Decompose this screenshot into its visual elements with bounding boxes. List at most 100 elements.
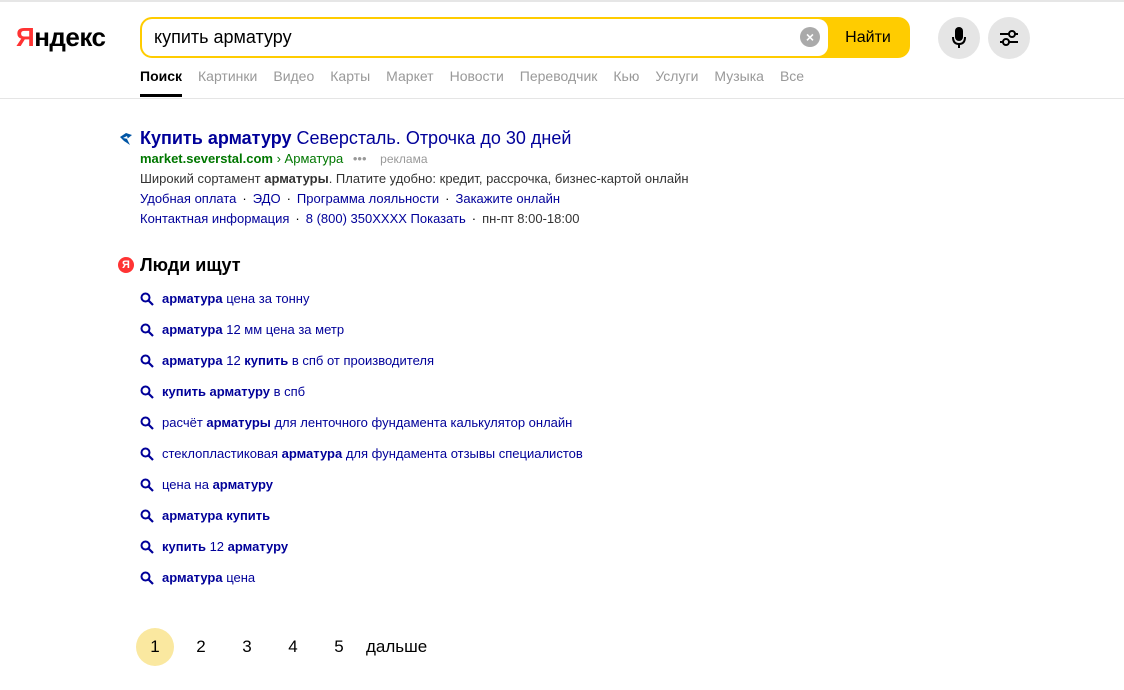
ad-path[interactable]: › Арматура xyxy=(277,151,344,166)
clear-icon[interactable]: × xyxy=(800,27,820,47)
severstal-logo-icon xyxy=(120,133,132,145)
suggestion-bold: купить xyxy=(244,353,289,368)
suggestion-text[interactable]: стеклопластиковая арматура для фундамент… xyxy=(162,446,583,461)
suggestion-part: расчёт xyxy=(162,415,207,430)
suggestion-bold: купить xyxy=(162,539,206,554)
suggestion-text[interactable]: купить арматуру в спб xyxy=(162,384,305,399)
ad-link-edo[interactable]: ЭДО xyxy=(253,191,281,206)
microphone-icon xyxy=(952,27,966,48)
yandex-logo[interactable]: Яндекс xyxy=(16,22,106,53)
suggestion-text[interactable]: арматура цена xyxy=(162,570,255,585)
filters-button[interactable] xyxy=(988,17,1030,59)
pagination: 1 2 3 4 5 дальше xyxy=(136,628,427,666)
header: Яндекс купить арматуру × Найти Поиск Кар… xyxy=(0,0,1124,99)
search-icon xyxy=(140,292,154,306)
tab-all[interactable]: Все xyxy=(780,68,804,98)
page-5[interactable]: 5 xyxy=(320,628,358,666)
ad-snippet-bold: арматуры xyxy=(264,171,329,186)
ad-link-payment[interactable]: Удобная оплата xyxy=(140,191,236,206)
suggestion-text[interactable]: арматура купить xyxy=(162,508,270,523)
search-icon xyxy=(140,478,154,492)
suggestion-text[interactable]: арматура цена за тонну xyxy=(162,291,309,306)
ad-url: market.severstal.com › Арматура ••• рекл… xyxy=(140,151,428,166)
page-2[interactable]: 2 xyxy=(182,628,220,666)
ad-hours: пн-пт 8:00-18:00 xyxy=(482,211,580,226)
suggestion-part: для ленточного фундамента калькулятор он… xyxy=(270,415,573,430)
suggestion-text[interactable]: арматура 12 мм цена за метр xyxy=(162,322,344,337)
page-4[interactable]: 4 xyxy=(274,628,312,666)
ad-link-contacts[interactable]: Контактная информация xyxy=(140,211,289,226)
ad-link-order[interactable]: Закажите онлайн xyxy=(455,191,560,206)
more-options-icon[interactable]: ••• xyxy=(353,151,367,166)
search-icon xyxy=(140,509,154,523)
tab-images[interactable]: Картинки xyxy=(198,68,257,98)
logo-rest: ндекс xyxy=(34,22,106,52)
tab-translator[interactable]: Переводчик xyxy=(520,68,598,98)
page-1[interactable]: 1 xyxy=(136,628,174,666)
separator: · xyxy=(242,191,247,206)
suggestion-item[interactable]: купить арматуру в спб xyxy=(140,383,740,403)
separator: · xyxy=(295,211,300,226)
ad-sitelinks: Удобная оплата · ЭДО · Программа лояльности ·… xyxy=(140,191,560,206)
tab-services[interactable]: Услуги xyxy=(655,68,698,98)
suggestion-part: стеклопластиковая xyxy=(162,446,282,461)
tab-video[interactable]: Видео xyxy=(273,68,314,98)
suggestion-part: 12 xyxy=(222,353,245,368)
tab-search[interactable]: Поиск xyxy=(140,68,183,98)
suggestion-bold: арматуру xyxy=(227,539,289,554)
suggestion-item[interactable]: купить 12 арматуру xyxy=(140,538,740,558)
suggestion-item[interactable]: расчёт арматуры для ленточного фундамент… xyxy=(140,414,740,434)
tab-news[interactable]: Новости xyxy=(450,68,504,98)
search-button[interactable]: Найти xyxy=(828,19,908,56)
suggestion-part: цена xyxy=(222,570,256,585)
suggestion-text[interactable]: цена на арматуру xyxy=(162,477,273,492)
suggestion-text[interactable]: расчёт арматуры для ленточного фундамент… xyxy=(162,415,572,430)
suggestion-item[interactable]: арматура купить xyxy=(140,507,740,527)
yandex-icon: Я xyxy=(118,257,134,273)
ad-domain[interactable]: market.severstal.com xyxy=(140,151,273,166)
suggestion-item[interactable]: арматура 12 купить в спб от производител… xyxy=(140,352,740,372)
suggestion-part: для фундамента отзывы специалистов xyxy=(342,446,583,461)
ad-title-bold: Купить арматуру xyxy=(140,128,292,148)
separator: · xyxy=(471,211,477,226)
separator: · xyxy=(445,191,450,206)
suggestion-bold: арматура xyxy=(162,291,223,306)
ad-contacts: Контактная информация · 8 (800) 350XXXX По… xyxy=(140,211,579,226)
people-search-title: Люди ищут xyxy=(140,255,241,275)
next-page-link[interactable]: дальше xyxy=(366,637,427,657)
suggestion-bold: арматура купить xyxy=(162,508,271,523)
suggestion-item[interactable]: арматура цена xyxy=(140,569,740,589)
suggestion-bold: арматура xyxy=(162,353,223,368)
ad-title[interactable]: Купить арматуру Северсталь. Отрочка до 3… xyxy=(140,128,571,149)
suggestion-part: 12 мм цена за метр xyxy=(222,322,345,337)
ad-label: реклама xyxy=(380,152,428,166)
tab-maps[interactable]: Карты xyxy=(330,68,370,98)
suggestion-part: цена на xyxy=(162,477,213,492)
sliders-icon xyxy=(1000,30,1018,46)
suggestion-bold: арматура xyxy=(162,570,223,585)
suggestion-item[interactable]: стеклопластиковая арматура для фундамент… xyxy=(140,445,740,465)
suggestion-bold: арматуры xyxy=(206,415,271,430)
suggestion-bold: арматуру xyxy=(212,477,274,492)
ad-link-loyalty[interactable]: Программа лояльности xyxy=(297,191,439,206)
tab-q[interactable]: Кью xyxy=(613,68,639,98)
ad-phone[interactable]: 8 (800) 350XXXX Показать xyxy=(306,211,466,226)
voice-search-button[interactable] xyxy=(938,17,980,59)
ad-snippet: Широкий сортамент арматуры. Платите удоб… xyxy=(140,171,689,186)
suggestion-part: в спб xyxy=(269,384,306,399)
search-field[interactable]: купить арматуру × xyxy=(142,19,828,56)
suggestion-text[interactable]: арматура 12 купить в спб от производител… xyxy=(162,353,434,368)
suggestion-text[interactable]: купить 12 арматуру xyxy=(162,539,288,554)
search-icon xyxy=(140,385,154,399)
tab-market[interactable]: Маркет xyxy=(386,68,433,98)
suggestion-item[interactable]: арматура цена за тонну xyxy=(140,290,740,310)
search-icon xyxy=(140,571,154,585)
suggestion-part: цена за тонну xyxy=(222,291,310,306)
suggestion-item[interactable]: цена на арматуру xyxy=(140,476,740,496)
top-border xyxy=(0,0,1124,2)
suggestion-part: в спб от производителя xyxy=(288,353,434,368)
search-input[interactable]: купить арматуру xyxy=(154,27,292,48)
tab-music[interactable]: Музыка xyxy=(714,68,764,98)
page-3[interactable]: 3 xyxy=(228,628,266,666)
suggestion-item[interactable]: арматура 12 мм цена за метр xyxy=(140,321,740,341)
